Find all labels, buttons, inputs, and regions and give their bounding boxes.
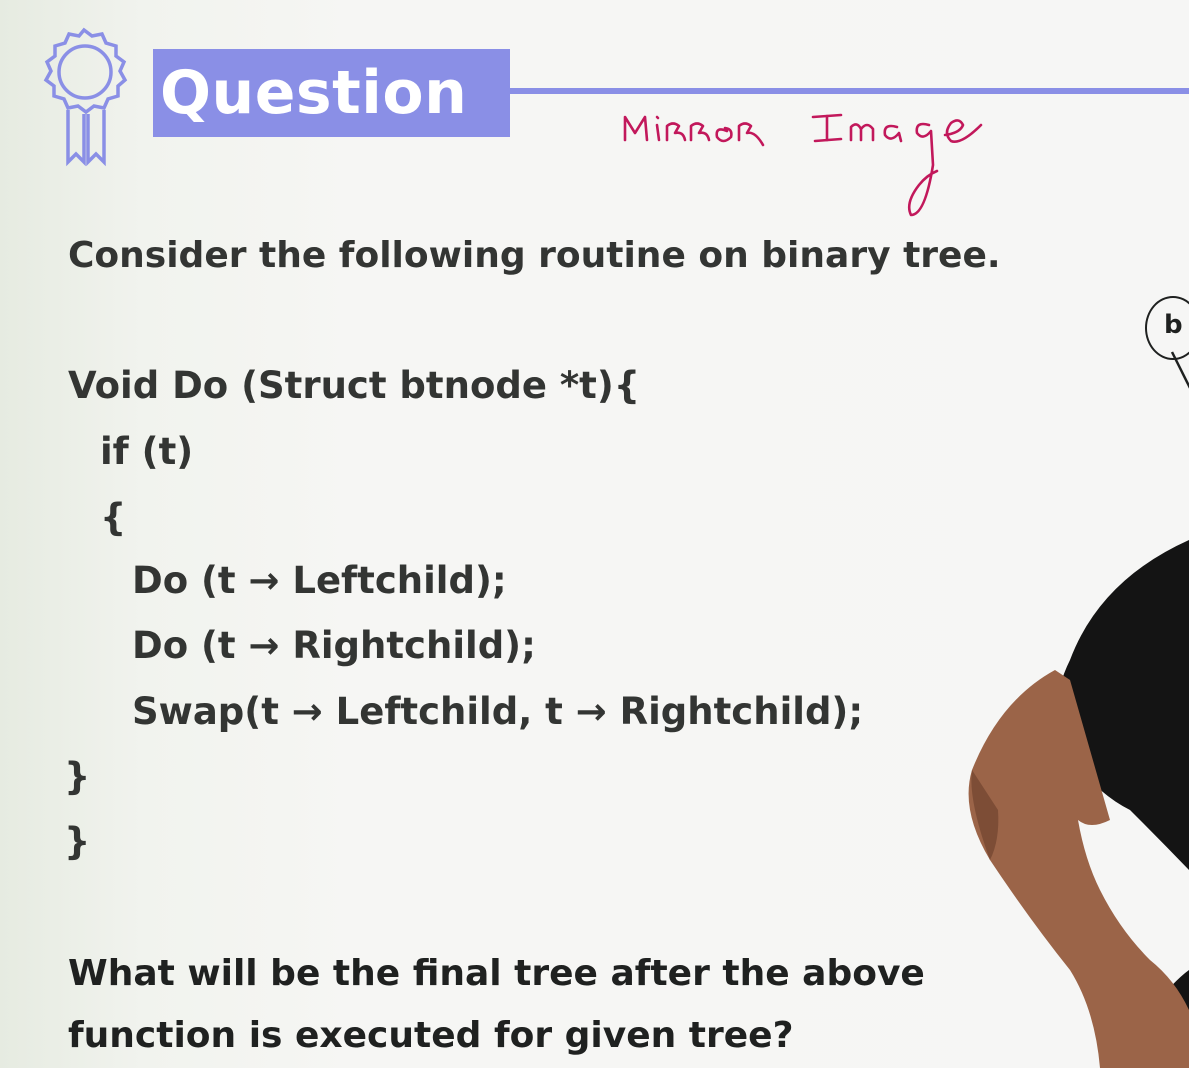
slide-title: Question (160, 58, 468, 128)
code-line-open-brace: { (100, 496, 127, 539)
code-line-if: if (t) (100, 430, 194, 473)
tree-node-label: b (1164, 310, 1183, 340)
question-line-2: function is executed for given tree? (68, 1015, 794, 1056)
title-underline (510, 88, 1189, 94)
code-line-swap: Swap(t → Leftchild, t → Rightchild); (132, 690, 864, 733)
code-line-close-brace-inner: } (64, 755, 91, 798)
award-ribbon-icon (43, 27, 128, 167)
code-line-close-brace-outer: } (64, 820, 91, 863)
code-line-signature: Void Do (Struct btnode *t){ (68, 364, 641, 407)
code-line-do-left: Do (t → Leftchild); (132, 559, 507, 602)
handwritten-annotation (623, 113, 983, 217)
lecture-slide: Question Consider the following routine … (0, 0, 1189, 1068)
code-line-do-right: Do (t → Rightchild); (132, 624, 536, 667)
tree-edge (1170, 351, 1189, 389)
presenter-image (968, 540, 1189, 1068)
intro-text: Consider the following routine on binary… (68, 235, 1001, 276)
question-text: What will be the final tree after the ab… (68, 943, 948, 1067)
question-line-1: What will be the final tree after the ab… (68, 953, 925, 994)
